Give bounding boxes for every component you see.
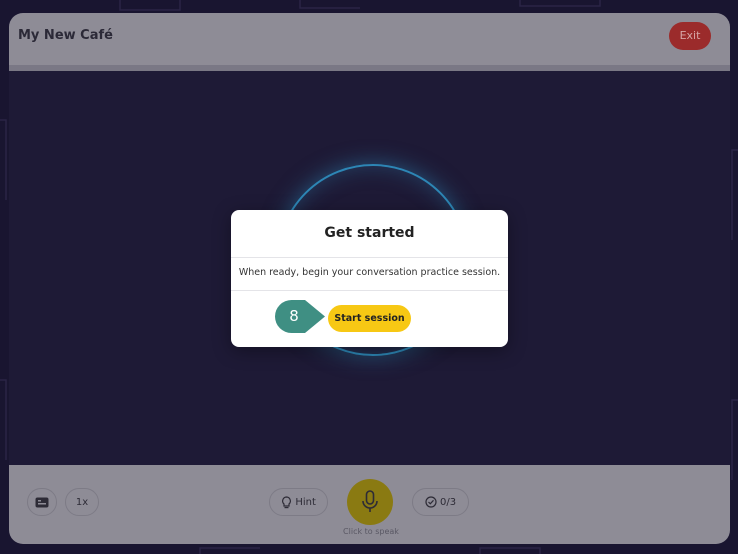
step-number: 8: [289, 307, 299, 325]
dialog-title: Get started: [324, 225, 415, 241]
captions-button[interactable]: [27, 488, 57, 516]
get-started-dialog: Get started When ready, begin your conve…: [231, 210, 508, 347]
exit-button[interactable]: Exit: [669, 22, 711, 50]
check-circle-icon: [425, 496, 437, 508]
progress-button[interactable]: 0/3: [412, 488, 469, 516]
control-bar: 1x Hint Click to speak 0/3: [9, 465, 730, 544]
playback-speed-button[interactable]: 1x: [65, 488, 99, 516]
dialog-divider: [231, 290, 508, 291]
step-marker-badge: 8: [275, 300, 327, 333]
progress-label: 0/3: [440, 497, 457, 508]
mic-caption: Click to speak: [343, 527, 399, 536]
start-session-button[interactable]: Start session: [328, 305, 411, 332]
microphone-button[interactable]: [347, 479, 393, 525]
dialog-divider: [231, 257, 508, 258]
dialog-message: When ready, begin your conversation prac…: [238, 267, 501, 278]
hint-button[interactable]: Hint: [269, 488, 328, 516]
microphone-icon: [362, 490, 378, 512]
hint-label: Hint: [295, 497, 316, 508]
app-title: My New Café: [18, 28, 113, 43]
header-bar: My New Café Exit: [9, 13, 730, 71]
captions-icon: [35, 497, 49, 507]
lightbulb-icon: [282, 495, 292, 508]
